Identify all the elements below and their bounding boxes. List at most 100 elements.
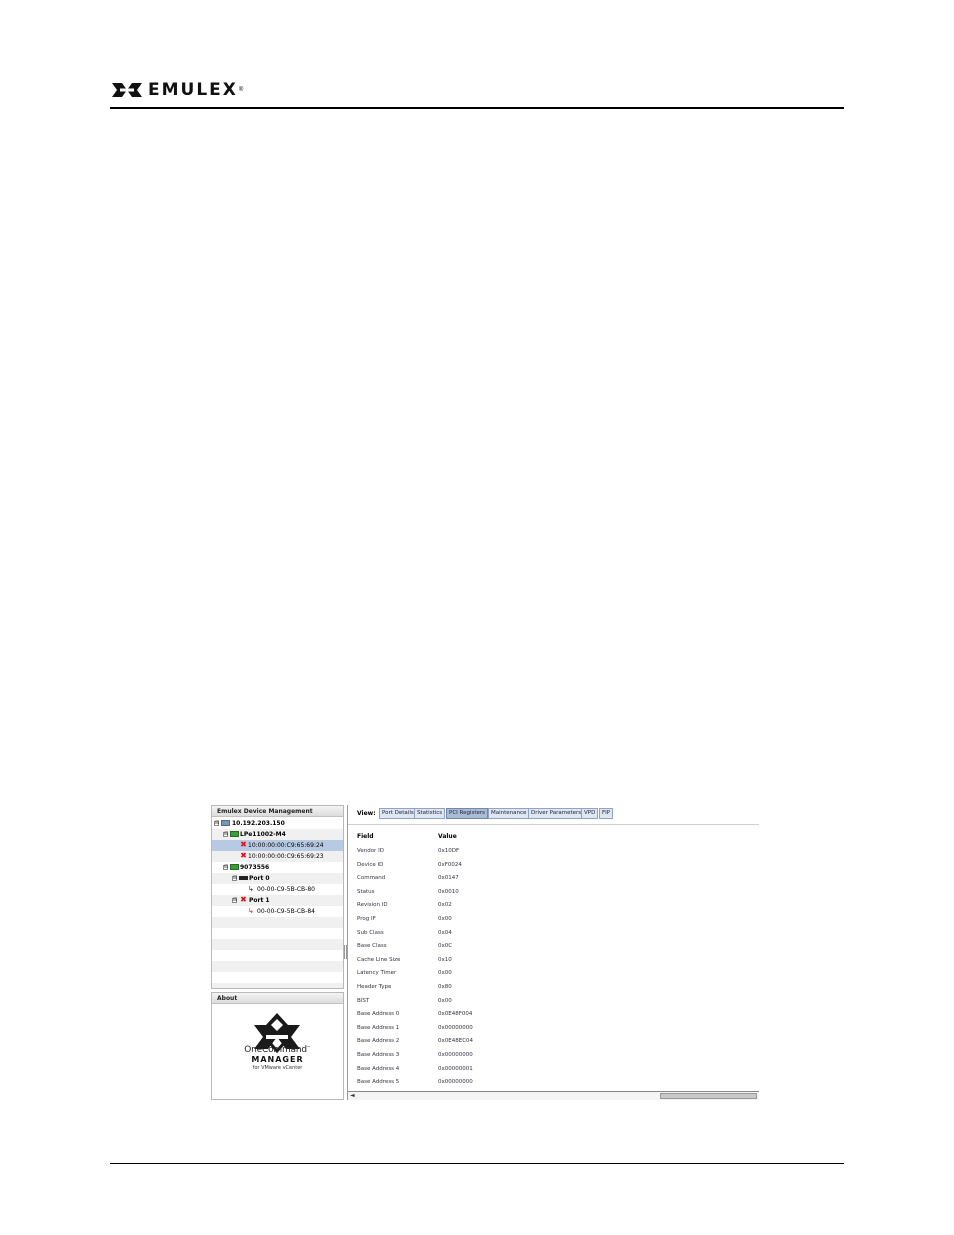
network-cable-icon: ↳ (248, 885, 254, 893)
tree-node-label: Port 1 (249, 897, 270, 904)
collapse-icon[interactable]: ⊟ (214, 821, 219, 826)
column-header-field: Field (357, 833, 374, 840)
tree-node-label: 00-00-C9-5B-CB-84 (257, 908, 315, 915)
table-row: Latency Timer 0x00 (348, 967, 759, 980)
register-value: 0x00000000 (438, 1079, 473, 1086)
collapse-icon[interactable]: ⊟ (223, 832, 228, 837)
ocm-screenshot: Emulex Device Management ⊟ 10.192.203.15… (211, 805, 759, 1100)
register-field: Header Type (357, 984, 392, 990)
table-row: Cache Line Size 0x10 (348, 954, 759, 967)
brand-trademark: ® (238, 87, 244, 93)
product-name: OneCommand (244, 1045, 307, 1055)
table-row: BIST 0x00 (348, 995, 759, 1008)
device-tree-title: Emulex Device Management (212, 806, 343, 817)
product-subtitle: MANAGER (251, 1055, 304, 1064)
device-tree-panel: Emulex Device Management ⊟ 10.192.203.15… (211, 805, 344, 989)
scrollbar-thumb[interactable] (660, 1093, 757, 1099)
emulex-logo: EMULEX ® (110, 80, 243, 100)
empty-row (212, 983, 343, 988)
left-panel: Emulex Device Management ⊟ 10.192.203.15… (211, 805, 344, 1100)
register-value: 0x0C (438, 943, 453, 950)
table-row: Device ID 0xF0024 (348, 859, 759, 872)
tree-node-label: 10.192.203.150 (232, 820, 285, 827)
tree-node-mac[interactable]: ↳ 00-00-C9-5B-CB-80 (212, 884, 343, 895)
register-field: Command (357, 875, 386, 882)
register-field: Prog IF (357, 916, 376, 922)
table-row: Base Address 0 0x0E48F004 (348, 1008, 759, 1021)
horizontal-scrollbar[interactable]: ◄ (348, 1091, 759, 1100)
emulex-logo-mark-icon (112, 83, 142, 97)
register-value: 0x00 (438, 970, 452, 977)
adapter-icon (230, 864, 239, 870)
tree-node-port-selected[interactable]: ✖ 10:00:00:00:C9:65:69:24 (212, 840, 343, 851)
table-row: Base Address 3 0x00000000 (348, 1049, 759, 1062)
tree-node-label: 9073556 (240, 864, 270, 871)
collapse-icon[interactable]: ⊟ (232, 898, 237, 903)
tab-driver-parameters[interactable]: Driver Parameters (528, 808, 585, 819)
register-value: 0x02 (438, 902, 452, 909)
port-offline-icon: ✖ (240, 840, 247, 849)
register-field: Base Class (357, 943, 387, 950)
register-field: Sub Class (357, 929, 384, 936)
tab-pci-registers[interactable]: PCI Registers (446, 808, 489, 819)
port-icon (239, 876, 248, 880)
register-field: Base Address 2 (357, 1038, 400, 1045)
register-field: Latency Timer (357, 970, 397, 977)
table-row: Revision ID 0x02 (348, 899, 759, 912)
tree-node-host[interactable]: ⊟ 10.192.203.150 (212, 818, 343, 829)
register-value: 0xF0024 (438, 861, 462, 868)
about-title: About (212, 993, 343, 1004)
register-value: 0x0E48EC04 (438, 1038, 474, 1045)
tab-vpd[interactable]: VPD (581, 808, 599, 819)
column-header-value: Value (438, 833, 457, 840)
tree-node-mac[interactable]: ↳ 00-00-C9-5B-CB-84 (212, 906, 343, 917)
register-field: Revision ID (357, 902, 388, 909)
collapse-icon[interactable]: ⊟ (223, 865, 228, 870)
port-offline-icon: ✖ (240, 895, 247, 904)
table-row: Command 0x0147 (348, 872, 759, 885)
register-value: 0x04 (438, 929, 452, 936)
brand-name: EMULEX (148, 80, 238, 100)
port-offline-icon: ✖ (240, 851, 247, 860)
view-label: View: (357, 810, 376, 817)
tab-maintenance[interactable]: Maintenance (488, 808, 530, 819)
register-value: 0x10DF (438, 848, 460, 854)
tab-port-details[interactable]: Port Details (379, 808, 417, 819)
view-tab-bar: View: Port Details Statistics PCI Regist… (348, 805, 759, 825)
tree-node-adapter[interactable]: ⊟ LPe11002-M4 (212, 829, 343, 840)
register-field: Device ID (357, 861, 384, 868)
footer-rule (110, 1163, 844, 1164)
header-rule (110, 107, 844, 109)
empty-row (212, 939, 343, 950)
tree-node-label: 10:00:00:00:C9:65:69:23 (248, 853, 324, 860)
network-cable-offline-icon: ↳ (248, 907, 254, 915)
register-value: 0x0010 (438, 888, 459, 895)
tree-node-label: LPe11002-M4 (240, 831, 286, 838)
table-row: Header Type 0x80 (348, 981, 759, 994)
empty-row (212, 917, 343, 928)
register-value: 0x0E48F004 (438, 1011, 473, 1018)
tree-node-adapter[interactable]: ⊟ 9073556 (212, 862, 343, 873)
adapter-icon (230, 831, 239, 837)
register-field: Base Address 0 (357, 1011, 400, 1018)
register-field: Base Address 5 (357, 1079, 400, 1086)
table-row: Base Address 4 0x00000001 (348, 1063, 759, 1076)
register-value: 0x00000000 (438, 1024, 473, 1031)
scroll-left-arrow-icon[interactable]: ◄ (350, 1092, 355, 1100)
tree-node-label: Port 0 (249, 875, 270, 882)
tree-node-port-0[interactable]: ⊟ Port 0 (212, 873, 343, 884)
tab-statistics[interactable]: Statistics (414, 808, 446, 819)
product-trademark: ™ (306, 1045, 311, 1050)
table-row: Vendor ID 0x10DF (348, 845, 759, 858)
register-field: Base Address 3 (357, 1052, 400, 1058)
collapse-icon[interactable]: ⊟ (232, 876, 237, 881)
tree-node-port[interactable]: ✖ 10:00:00:00:C9:65:69:23 (212, 851, 343, 862)
table-row: Status 0x0010 (348, 886, 759, 899)
tab-fip[interactable]: FIP (599, 808, 614, 819)
table-row: Sub Class 0x04 (348, 927, 759, 940)
table-row: Base Class 0x0C (348, 940, 759, 953)
table-row: Base Address 1 0x00000000 (348, 1022, 759, 1035)
register-value: 0x0147 (438, 875, 459, 882)
right-panel: View: Port Details Statistics PCI Regist… (347, 805, 759, 1100)
tree-node-port-1[interactable]: ⊟ ✖ Port 1 (212, 895, 343, 906)
